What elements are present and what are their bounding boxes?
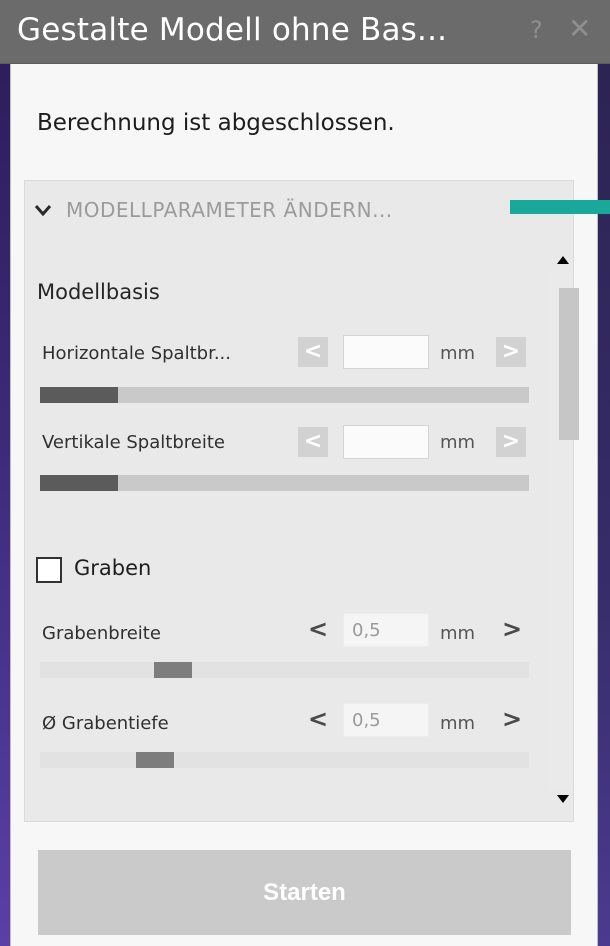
horizontal-gap-slider-fill [40, 387, 118, 403]
vertical-gap-label: Vertikale Spaltbreite [42, 432, 225, 453]
vertical-gap-input[interactable] [343, 425, 429, 459]
vertical-decrement-button[interactable]: < [298, 427, 328, 457]
title-bar: Gestalte Modell ohne Bas... ? ✕ [0, 0, 610, 64]
scroll-up-icon[interactable] [557, 256, 569, 264]
trench-width-decrement-button[interactable]: < [308, 615, 328, 643]
horizontal-decrement-button[interactable]: < [298, 337, 328, 367]
horizontal-gap-unit: mm [440, 343, 476, 364]
trench-depth-increment-button[interactable]: > [502, 705, 522, 733]
scrollbar-thumb[interactable] [559, 288, 579, 440]
vertical-increment-button[interactable]: > [496, 427, 526, 457]
graben-checkbox[interactable] [36, 557, 62, 583]
trench-depth-unit: mm [440, 713, 476, 734]
trench-width-unit: mm [440, 623, 476, 644]
trench-depth-decrement-button[interactable]: < [308, 705, 328, 733]
close-icon[interactable]: ✕ [568, 12, 591, 45]
annotation-marker [510, 200, 610, 214]
trench-depth-slider-thumb[interactable] [136, 752, 174, 768]
trench-width-label: Grabenbreite [42, 623, 161, 644]
trench-width-slider-thumb[interactable] [154, 662, 192, 678]
help-icon[interactable]: ? [530, 16, 543, 44]
vertical-gap-unit: mm [440, 432, 476, 453]
horizontal-gap-input[interactable] [343, 335, 429, 369]
horizontal-gap-label: Horizontale Spaltbr... [42, 343, 231, 364]
trench-depth-slider[interactable] [40, 752, 529, 768]
chevron-down-icon [34, 205, 52, 217]
trench-width-input[interactable] [343, 613, 429, 647]
section-header[interactable]: MODELLPARAMETER ÄNDERN... [33, 196, 503, 232]
trench-width-increment-button[interactable]: > [502, 615, 522, 643]
trench-depth-input[interactable] [343, 703, 429, 737]
trench-depth-label: Ø Grabentiefe [42, 713, 169, 734]
trench-width-slider[interactable] [40, 662, 529, 678]
horizontal-increment-button[interactable]: > [496, 337, 526, 367]
window-title: Gestalte Modell ohne Bas... [17, 12, 448, 48]
background-edge [597, 0, 610, 946]
group-title-modellbasis: Modellbasis [37, 280, 160, 304]
vertical-gap-slider-fill [40, 475, 118, 491]
section-title: MODELLPARAMETER ÄNDERN... [66, 198, 393, 222]
start-button[interactable]: Starten [38, 850, 571, 935]
scroll-down-icon[interactable] [557, 795, 569, 803]
status-message: Berechnung ist abgeschlossen. [37, 110, 395, 136]
graben-checkbox-label: Graben [74, 556, 152, 580]
